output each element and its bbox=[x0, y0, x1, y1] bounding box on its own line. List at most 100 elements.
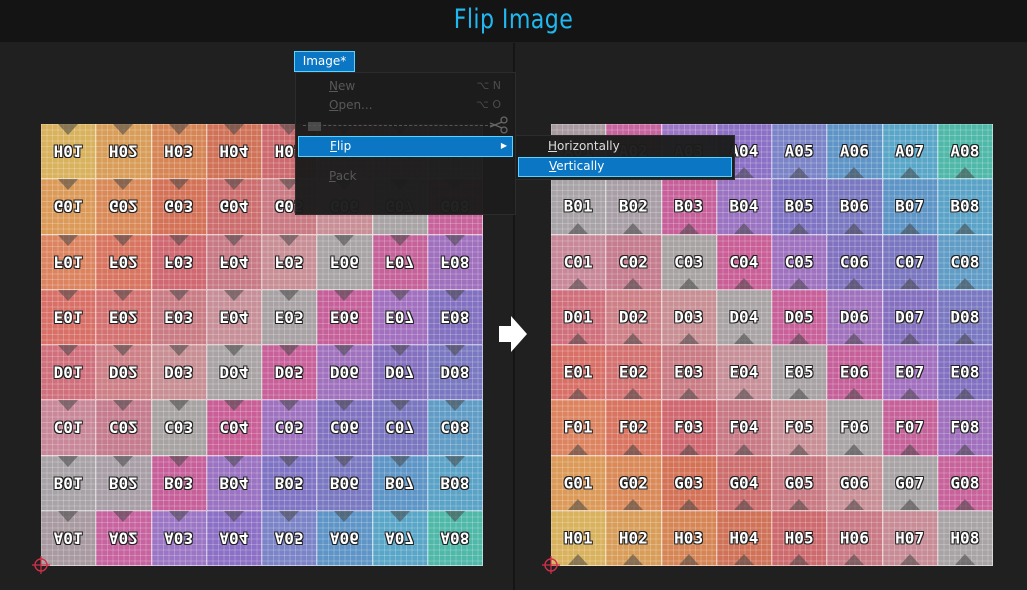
image-tile: E05 bbox=[772, 345, 828, 401]
scissors-icon bbox=[489, 116, 508, 134]
image-tile: B08 bbox=[427, 455, 483, 511]
menu-item-new[interactable]: New ⌥ N bbox=[296, 76, 515, 96]
tile-label: C06 bbox=[329, 417, 359, 437]
triangle-marker-icon bbox=[58, 510, 79, 522]
image-menu-tab[interactable]: Image* bbox=[294, 51, 355, 72]
triangle-marker-icon bbox=[954, 277, 975, 289]
image-tile: D08 bbox=[427, 345, 483, 401]
triangle-marker-icon bbox=[954, 554, 975, 565]
triangle-marker-icon bbox=[899, 222, 920, 234]
triangle-marker-icon bbox=[444, 234, 465, 246]
triangle-marker-icon bbox=[444, 400, 465, 412]
triangle-marker-icon bbox=[623, 443, 644, 455]
triangle-marker-icon bbox=[844, 443, 865, 455]
triangle-marker-icon bbox=[623, 277, 644, 289]
menu-item-open[interactable]: Open... ⌥ O bbox=[296, 95, 515, 131]
image-tile: A06 bbox=[827, 124, 883, 180]
image-tile: H01 bbox=[41, 124, 97, 180]
triangle-marker-icon bbox=[113, 510, 134, 522]
original-image-grid: A01A02A03A04A05A06A07A08B01B02B03B04B05B… bbox=[551, 124, 993, 566]
tile-label: B08 bbox=[950, 196, 980, 216]
triangle-marker-icon bbox=[568, 498, 589, 510]
tile-label: E06 bbox=[839, 362, 869, 382]
crosshair-icon bbox=[542, 556, 560, 574]
image-tile: C06 bbox=[827, 234, 883, 290]
tile-label: D01 bbox=[53, 362, 83, 382]
triangle-marker-icon bbox=[223, 179, 244, 191]
image-tile: F06 bbox=[317, 234, 373, 290]
tile-label: E01 bbox=[563, 362, 593, 382]
triangle-marker-icon bbox=[899, 277, 920, 289]
tile-label: F01 bbox=[563, 417, 593, 437]
image-tile: A06 bbox=[317, 510, 373, 566]
image-tile: B05 bbox=[262, 455, 318, 511]
image-tile: H03 bbox=[661, 510, 717, 566]
tile-label: F02 bbox=[618, 417, 648, 437]
tile-label: A02 bbox=[108, 528, 138, 548]
image-tile: G03 bbox=[661, 455, 717, 511]
triangle-marker-icon bbox=[789, 554, 810, 565]
image-tile: C05 bbox=[262, 400, 318, 456]
image-tile: A03 bbox=[151, 510, 207, 566]
tile-label: B04 bbox=[729, 196, 759, 216]
tile-label: A03 bbox=[164, 528, 194, 548]
triangle-marker-icon bbox=[623, 498, 644, 510]
tile-label: B04 bbox=[219, 473, 249, 493]
image-tile: C08 bbox=[937, 234, 993, 290]
menu-item-pack[interactable]: Pack bbox=[296, 166, 515, 186]
triangle-marker-icon bbox=[389, 234, 410, 246]
triangle-marker-icon bbox=[954, 388, 975, 400]
image-tile: B01 bbox=[41, 455, 97, 511]
image-tile: C04 bbox=[716, 234, 772, 290]
image-tile: H05 bbox=[772, 510, 828, 566]
triangle-marker-icon bbox=[623, 222, 644, 234]
tile-label: A05 bbox=[274, 528, 304, 548]
menu-item-flip[interactable]: Flip ▶ bbox=[298, 136, 513, 157]
image-tile: E07 bbox=[372, 289, 428, 345]
triangle-marker-icon bbox=[733, 222, 754, 234]
triangle-marker-icon bbox=[733, 443, 754, 455]
image-tile: D06 bbox=[827, 289, 883, 345]
triangle-marker-icon bbox=[899, 167, 920, 179]
image-tile: A08 bbox=[937, 124, 993, 180]
triangle-marker-icon bbox=[568, 443, 589, 455]
image-tile: B07 bbox=[372, 455, 428, 511]
tile-label: F07 bbox=[385, 252, 415, 272]
image-tile: H03 bbox=[151, 124, 207, 180]
tile-label: H06 bbox=[839, 528, 869, 548]
triangle-marker-icon bbox=[568, 554, 589, 565]
triangle-marker-icon bbox=[58, 289, 79, 301]
triangle-marker-icon bbox=[789, 167, 810, 179]
triangle-marker-icon bbox=[733, 388, 754, 400]
menu-separator bbox=[303, 125, 493, 126]
submenu-item-horizontally[interactable]: Horizontally bbox=[516, 136, 734, 156]
tile-label: B06 bbox=[329, 473, 359, 493]
image-tile: A07 bbox=[882, 124, 938, 180]
tile-label: B05 bbox=[784, 196, 814, 216]
triangle-marker-icon bbox=[899, 554, 920, 565]
tile-label: E02 bbox=[618, 362, 648, 382]
tile-label: G03 bbox=[674, 473, 704, 493]
tile-label: C07 bbox=[385, 417, 415, 437]
tile-label: B02 bbox=[108, 473, 138, 493]
tile-label: H05 bbox=[784, 528, 814, 548]
tile-label: G02 bbox=[108, 196, 138, 216]
triangle-marker-icon bbox=[954, 498, 975, 510]
tile-label: C01 bbox=[53, 417, 83, 437]
crosshair-icon bbox=[32, 556, 50, 574]
image-tile: C08 bbox=[427, 400, 483, 456]
tile-label: F08 bbox=[440, 252, 470, 272]
triangle-marker-icon bbox=[58, 455, 79, 467]
image-tile: B01 bbox=[551, 179, 607, 235]
image-tile: G04 bbox=[206, 179, 262, 235]
triangle-marker-icon bbox=[844, 277, 865, 289]
image-tile: C03 bbox=[661, 234, 717, 290]
tile-label: E02 bbox=[108, 307, 138, 327]
triangle-marker-icon bbox=[789, 498, 810, 510]
tile-label: F02 bbox=[108, 252, 138, 272]
submenu-item-vertically[interactable]: Vertically bbox=[518, 157, 732, 177]
image-tile: H02 bbox=[606, 510, 662, 566]
image-tile: D07 bbox=[882, 289, 938, 345]
tile-label: D05 bbox=[274, 362, 304, 382]
triangle-marker-icon bbox=[623, 333, 644, 344]
